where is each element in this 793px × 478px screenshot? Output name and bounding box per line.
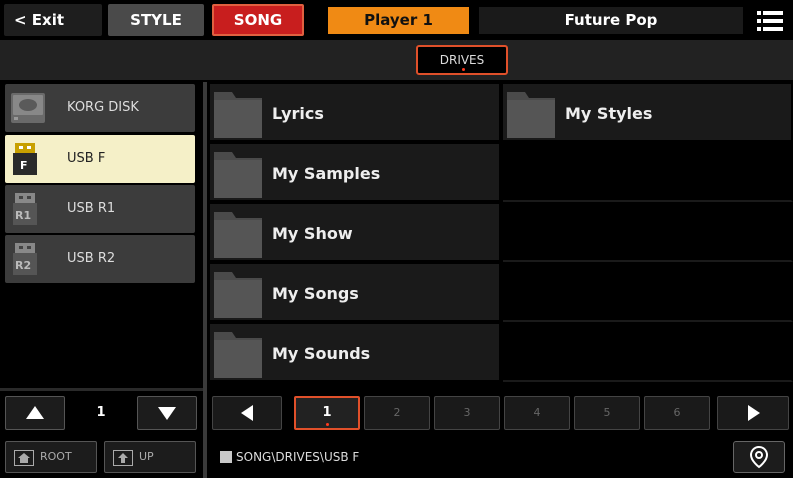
top-bar: < Exit STYLE SONG Player 1 Future Pop — [0, 0, 793, 40]
empty-cell — [503, 324, 793, 382]
file-pager: 1 2 3 4 5 6 — [212, 396, 793, 430]
folder-icon — [214, 332, 262, 378]
page-number: 2 — [393, 406, 401, 419]
drive-list-pager: 1 — [5, 396, 197, 430]
song-button[interactable]: SONG — [212, 4, 304, 36]
navigation-buttons: ROOT UP — [0, 437, 203, 478]
hard-disk-icon — [11, 93, 45, 123]
page-number: 6 — [673, 406, 681, 419]
root-button[interactable]: ROOT — [5, 441, 97, 473]
triangle-right-icon — [748, 405, 760, 421]
scroll-up-button[interactable] — [5, 396, 65, 430]
file-label: My Songs — [272, 284, 359, 303]
file-label: My Show — [272, 224, 353, 243]
path-bar: SONG\DRIVES\USB F — [210, 437, 793, 478]
next-page-button[interactable] — [717, 396, 789, 430]
folder-icon — [214, 92, 262, 138]
empty-cell — [503, 264, 793, 322]
song-name-field[interactable]: Future Pop — [479, 7, 743, 34]
triangle-down-icon — [158, 407, 176, 420]
scroll-down-button[interactable] — [137, 396, 197, 430]
drive-label: USB R2 — [67, 251, 116, 266]
up-folder-icon — [113, 450, 133, 466]
map-pin-icon — [749, 445, 769, 469]
menu-icon[interactable] — [757, 10, 783, 32]
drives-label: DRIVES — [439, 53, 485, 67]
file-item-my-songs[interactable]: My Songs — [210, 264, 501, 322]
file-item-my-samples[interactable]: My Samples — [210, 144, 501, 202]
file-item-my-show[interactable]: My Show — [210, 204, 501, 262]
file-item-lyrics[interactable]: Lyrics — [210, 84, 501, 142]
home-folder-icon — [14, 450, 34, 466]
usb-badge: R1 — [15, 209, 32, 222]
empty-cell — [503, 144, 793, 202]
style-button[interactable]: STYLE — [108, 4, 204, 36]
page-button-6[interactable]: 6 — [644, 396, 710, 430]
up-button[interactable]: UP — [104, 441, 196, 473]
folder-icon — [507, 92, 555, 138]
file-label: My Samples — [272, 164, 381, 183]
usb-badge: R2 — [15, 259, 32, 272]
file-grid: Lyrics My Styles My Samples My Show My S… — [210, 84, 793, 386]
page-number: 3 — [463, 406, 471, 419]
path-folder-icon — [220, 451, 232, 463]
page-number: 4 — [533, 406, 541, 419]
drive-list: KORG DISK F USB F R1 USB R1 R2 USB R2 — [0, 82, 203, 388]
panel-divider — [203, 82, 207, 478]
drive-item-usb-f[interactable]: F USB F — [5, 135, 195, 183]
page-button-2[interactable]: 2 — [364, 396, 430, 430]
list-divider — [0, 388, 203, 391]
page-button-3[interactable]: 3 — [434, 396, 500, 430]
triangle-up-icon — [26, 406, 44, 419]
drive-item-korg-disk[interactable]: KORG DISK — [5, 84, 195, 132]
drive-label: KORG DISK — [67, 100, 139, 115]
page-number: 1 — [322, 405, 332, 420]
folder-icon — [214, 152, 262, 198]
drive-label: USB F — [67, 151, 106, 166]
active-dot — [462, 68, 465, 71]
root-label: ROOT — [40, 450, 72, 463]
drive-item-usb-r1[interactable]: R1 USB R1 — [5, 185, 195, 233]
file-label: My Sounds — [272, 344, 371, 363]
file-label: My Styles — [565, 104, 653, 123]
current-path: SONG\DRIVES\USB F — [236, 450, 360, 464]
page-button-1[interactable]: 1 — [294, 396, 360, 430]
empty-cell — [503, 204, 793, 262]
drive-item-usb-r2[interactable]: R2 USB R2 — [5, 235, 195, 283]
page-button-4[interactable]: 4 — [504, 396, 570, 430]
usb-badge: F — [20, 159, 28, 172]
file-item-my-styles[interactable]: My Styles — [503, 84, 793, 142]
page-button-5[interactable]: 5 — [574, 396, 640, 430]
location-button[interactable] — [733, 441, 785, 473]
file-item-my-sounds[interactable]: My Sounds — [210, 324, 501, 382]
drive-label: USB R1 — [67, 201, 116, 216]
folder-icon — [214, 272, 262, 318]
drives-button[interactable]: DRIVES — [416, 45, 508, 75]
active-dot — [326, 423, 329, 426]
triangle-left-icon — [241, 405, 253, 421]
list-page-number: 1 — [96, 405, 106, 420]
drives-bar: DRIVES — [0, 40, 793, 80]
up-label: UP — [139, 450, 154, 463]
prev-page-button[interactable] — [212, 396, 282, 430]
page-number: 5 — [603, 406, 611, 419]
player-selector[interactable]: Player 1 — [328, 7, 469, 34]
file-label: Lyrics — [272, 104, 324, 123]
exit-button[interactable]: < Exit — [4, 4, 102, 36]
folder-icon — [214, 212, 262, 258]
